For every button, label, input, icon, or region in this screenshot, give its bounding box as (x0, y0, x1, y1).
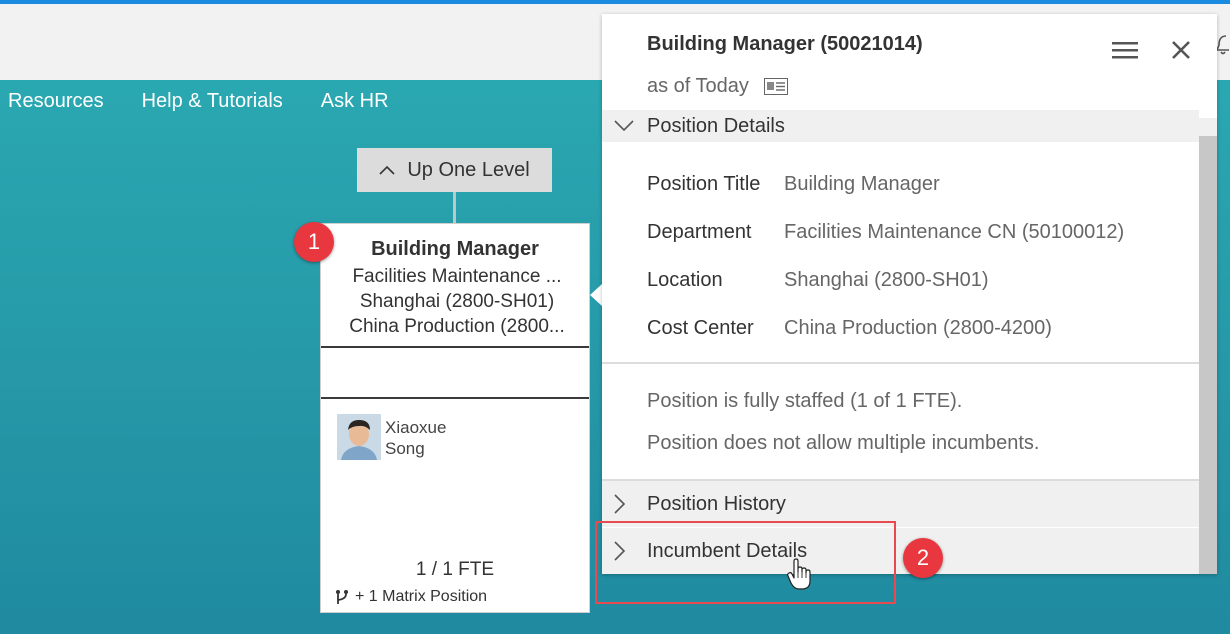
chevron-up-icon (379, 165, 395, 175)
close-icon[interactable] (1171, 40, 1191, 60)
position-card[interactable]: Building Manager Facilities Maintenance … (320, 223, 590, 613)
position-card-department: Facilities Maintenance ... (352, 266, 562, 287)
card-divider (321, 346, 589, 348)
detail-value: Building Manager (784, 173, 940, 195)
as-of-date: as of Today (647, 75, 749, 97)
position-details-panel: Building Manager (50021014) as of Today … (602, 14, 1217, 574)
panel-title: Building Manager (50021014) (647, 33, 923, 55)
card-pointer (590, 284, 602, 306)
fte-count: 1 / 1 FTE (415, 559, 495, 580)
matrix-position-label: + 1 Matrix Position (355, 588, 488, 605)
scrollbar-track (1199, 118, 1217, 136)
step-badge-2: 2 (903, 538, 943, 578)
position-card-cost-center: China Production (2800... (349, 316, 565, 337)
detail-label: Cost Center (647, 317, 754, 339)
incumbent-last-name: Song (385, 439, 425, 458)
step-badge-1: 1 (294, 222, 334, 262)
detail-value: Shanghai (2800-SH01) (784, 269, 989, 291)
detail-label: Position Title (647, 173, 761, 195)
hamburger-menu-icon[interactable] (1112, 40, 1138, 60)
position-card-title: Building Manager (371, 238, 539, 260)
incumbent-policy: Position does not allow multiple incumbe… (647, 432, 1040, 454)
scrollbar[interactable] (1199, 136, 1217, 574)
avatar[interactable] (337, 414, 381, 460)
panel-divider (602, 362, 1199, 364)
matrix-position-link[interactable]: + 1 Matrix Position (335, 588, 487, 606)
incumbent-first-name: Xiaoxue (385, 418, 447, 437)
highlight-box (595, 521, 896, 604)
notification-bell-icon[interactable] (1216, 34, 1230, 56)
nav-ask-hr[interactable]: Ask HR (321, 90, 389, 113)
card-divider (321, 397, 589, 399)
top-navigation: Resources Help & Tutorials Ask HR (8, 90, 389, 113)
detail-value: Facilities Maintenance CN (50100012) (784, 221, 1125, 243)
business-card-icon[interactable] (764, 78, 788, 95)
up-one-level-label: Up One Level (407, 158, 530, 181)
nav-help-tutorials[interactable]: Help & Tutorials (142, 90, 283, 113)
nav-resources[interactable]: Resources (8, 90, 104, 113)
up-one-level-button[interactable]: Up One Level (357, 148, 552, 192)
hand-pointer-cursor-icon (787, 558, 811, 590)
chevron-down-icon (614, 120, 634, 132)
chevron-right-icon (614, 494, 626, 514)
staffing-status: Position is fully staffed (1 of 1 FTE). (647, 390, 963, 412)
section-position-history-label: Position History (647, 492, 786, 515)
detail-label: Location (647, 269, 723, 291)
detail-label: Department (647, 221, 752, 243)
section-position-details[interactable]: Position Details (602, 110, 1199, 142)
org-connector-line (453, 192, 456, 224)
branch-icon (336, 590, 348, 604)
detail-value: China Production (2800-4200) (784, 317, 1052, 339)
incumbent-name[interactable]: Xiaoxue Song (385, 417, 446, 459)
position-card-location: Shanghai (2800-SH01) (359, 291, 555, 312)
section-position-details-label: Position Details (647, 114, 785, 137)
